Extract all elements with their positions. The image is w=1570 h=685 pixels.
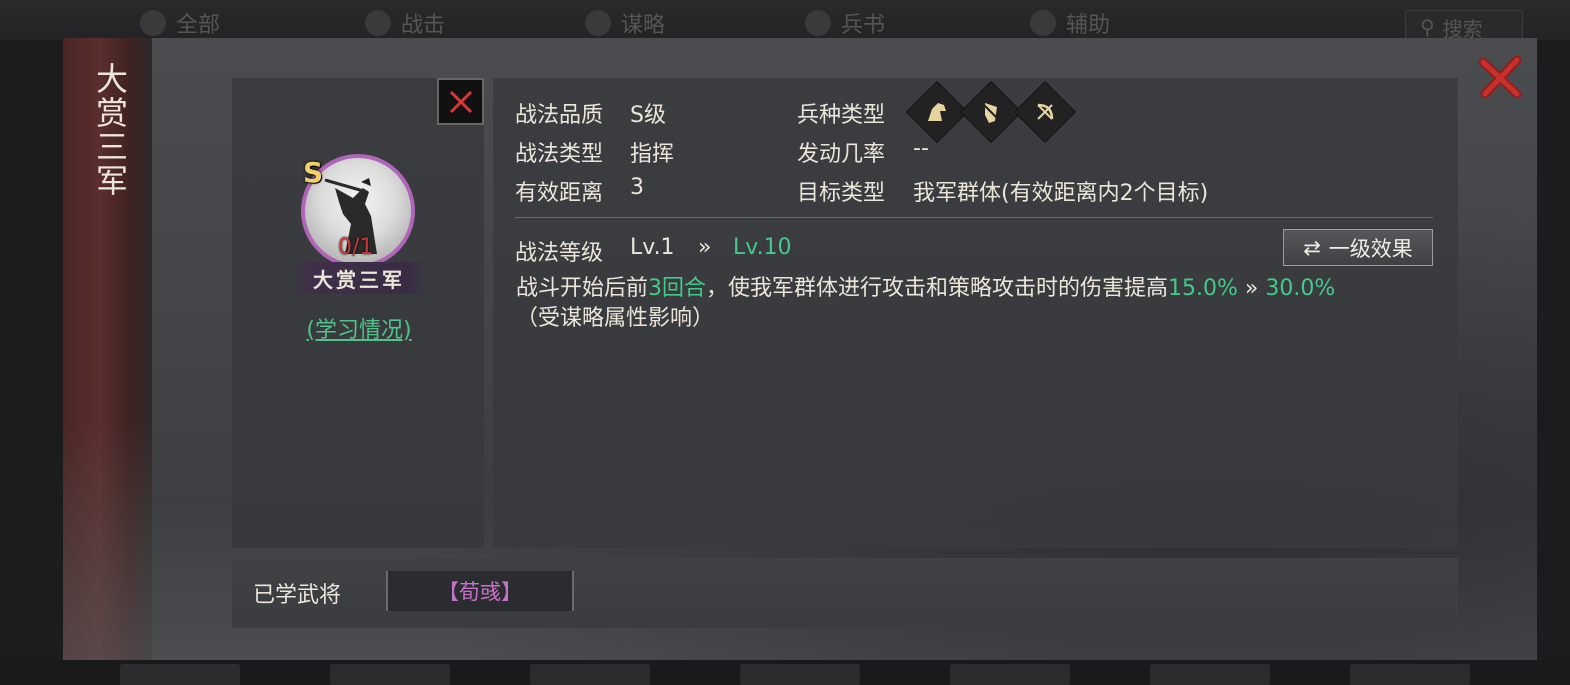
title-strip: 大赏三军 xyxy=(63,38,152,660)
skill-name-banner: 大赏三军 xyxy=(290,262,428,294)
desc-note: （受谋略属性影响） xyxy=(516,306,715,331)
skill-detail-modal: 大赏三军 S 0/1 大赏三军 (学习情况) 战法品质 S级 战法类型 指挥 有… xyxy=(63,38,1537,660)
background-top-bar xyxy=(0,0,1570,40)
bg-bottom-tab xyxy=(1150,664,1270,685)
first-level-effect-button[interactable]: ⇄ 一级效果 xyxy=(1283,229,1433,266)
learned-generals-label: 已学武将 xyxy=(253,583,342,608)
modal-title: 大赏三军 xyxy=(91,62,129,198)
desc-arrow: » xyxy=(1244,276,1259,301)
archer-icon xyxy=(1023,90,1067,134)
target-type-label: 目标类型 xyxy=(797,181,886,206)
unit-type-label: 兵种类型 xyxy=(797,103,886,128)
level-arrow: » xyxy=(698,235,712,260)
tactic-icon xyxy=(585,10,611,36)
swap-icon: ⇄ xyxy=(1303,235,1321,260)
quality-value: S级 xyxy=(630,103,666,128)
skill-progress: 0/1 xyxy=(338,235,374,260)
level-to: Lv.10 xyxy=(733,235,792,260)
level-from: Lv.1 xyxy=(630,235,675,260)
bg-tab-support: 辅助 xyxy=(1030,8,1110,38)
bg-tab-tactic: 谋略 xyxy=(585,8,665,38)
bg-bottom-tab xyxy=(120,664,240,685)
close-icon[interactable] xyxy=(1477,54,1523,100)
swords-icon xyxy=(365,10,391,36)
close-icon xyxy=(449,90,472,113)
skill-grade-badge: S xyxy=(303,156,324,189)
chance-value: -- xyxy=(913,136,929,161)
bg-tab-combat: 战击 xyxy=(365,8,445,38)
desc-value-from: 15.0% xyxy=(1168,276,1238,301)
info-divider xyxy=(515,217,1433,218)
type-value: 指挥 xyxy=(630,142,675,167)
shield-icon xyxy=(969,90,1013,134)
grid-icon xyxy=(140,10,166,36)
quality-label: 战法品质 xyxy=(515,103,604,128)
bg-bottom-tab xyxy=(330,664,450,685)
bg-bottom-tab xyxy=(530,664,650,685)
range-label: 有效距离 xyxy=(515,181,604,206)
bg-bottom-tab xyxy=(950,664,1070,685)
level-label: 战法等级 xyxy=(515,241,604,266)
learned-general-chip[interactable]: 【荀彧】 xyxy=(386,571,574,611)
forget-skill-button[interactable] xyxy=(437,78,484,125)
range-value: 3 xyxy=(630,175,644,200)
bg-bottom-tab xyxy=(740,664,860,685)
desc-value-to: 30.0% xyxy=(1265,276,1336,301)
support-icon xyxy=(1030,10,1056,36)
skill-description: 战斗开始后前3回合，使我军群体进行攻击和策略攻击时的伤害提高15.0% » 30… xyxy=(516,276,1336,331)
bg-tab-all: 全部 xyxy=(140,8,220,38)
horse-icon xyxy=(805,10,831,36)
target-type-value: 我军群体(有效距离内2个目标) xyxy=(913,181,1209,206)
bg-bottom-tab xyxy=(1350,664,1470,685)
desc-rounds: 3回合 xyxy=(648,276,707,301)
study-status-link[interactable]: (学习情况) xyxy=(300,312,418,344)
type-label: 战法类型 xyxy=(515,142,604,167)
cavalry-icon xyxy=(915,90,959,134)
search-icon: ⚲ xyxy=(1420,15,1435,39)
chance-label: 发动几率 xyxy=(797,142,886,167)
bg-tab-book: 兵书 xyxy=(805,8,885,38)
